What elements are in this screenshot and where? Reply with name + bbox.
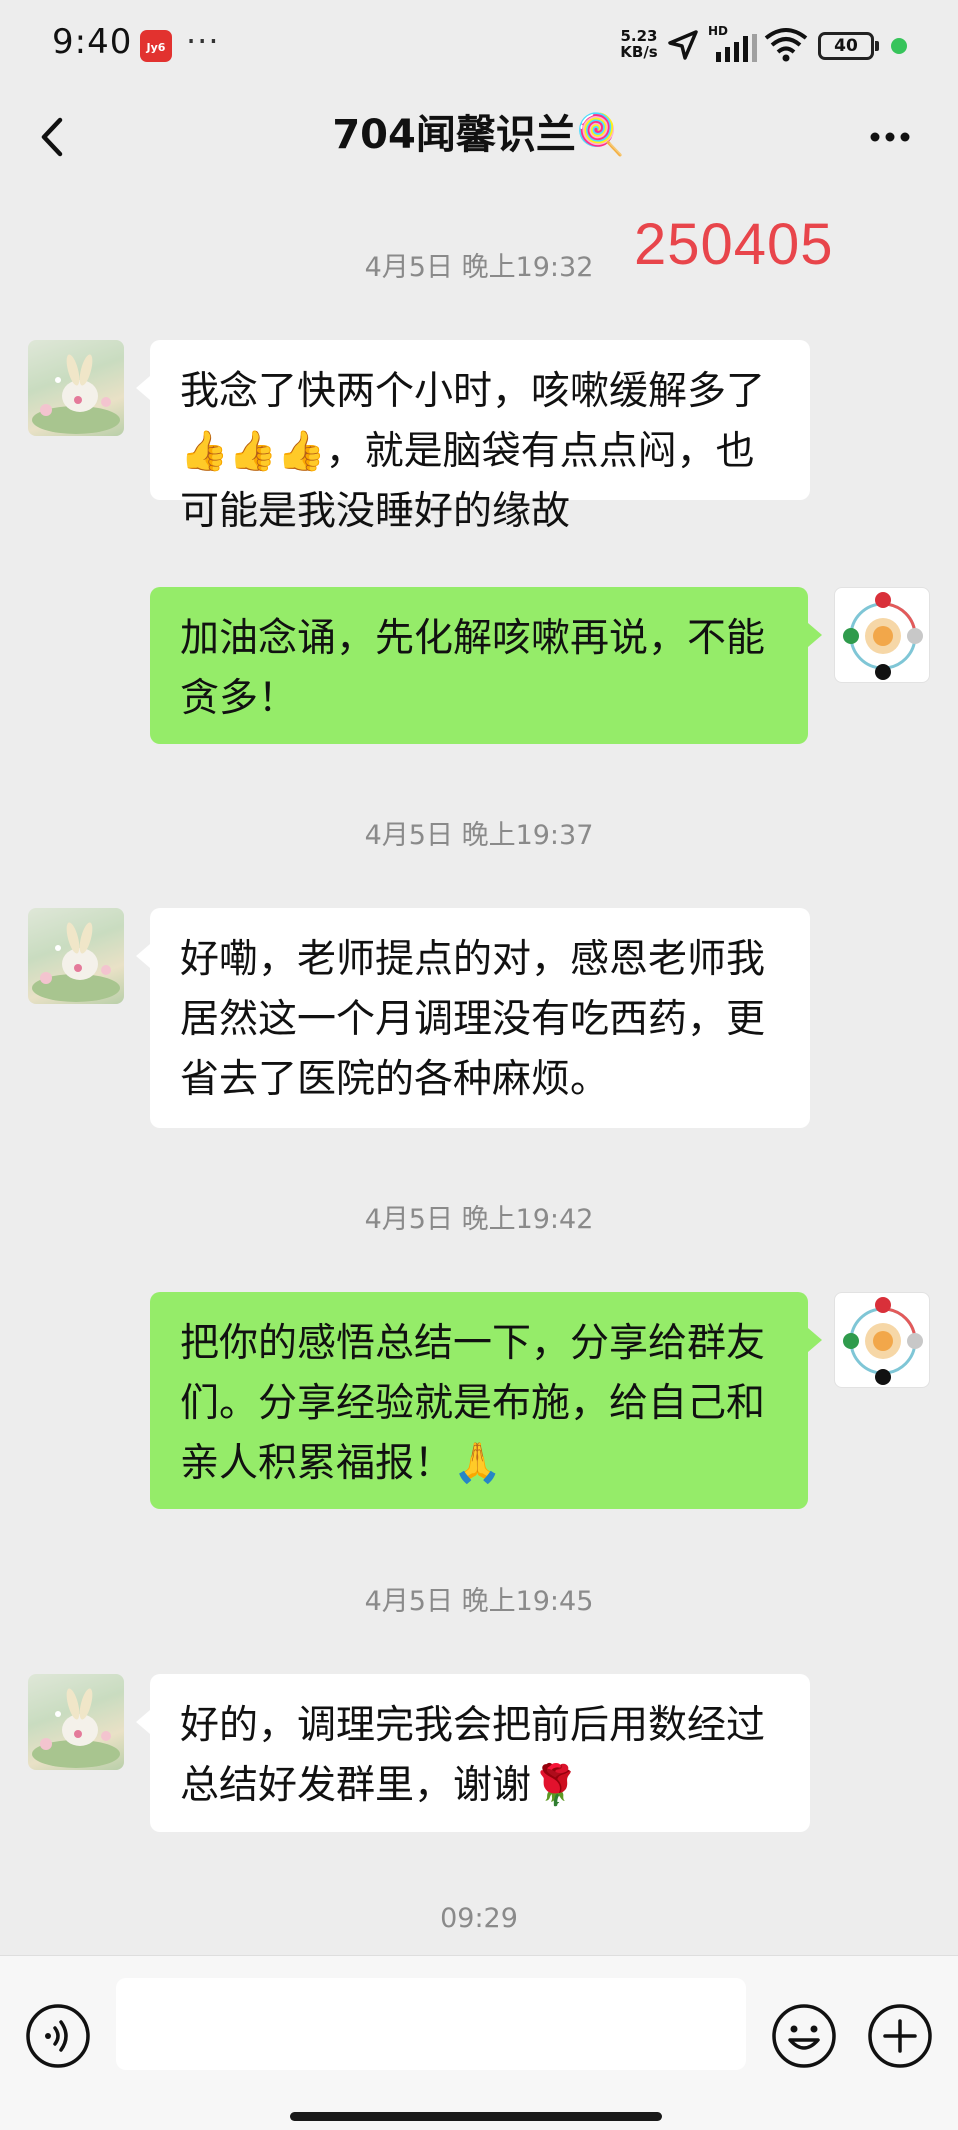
five-elements-avatar-icon: [843, 1297, 923, 1385]
message-timestamp: 09:29: [440, 1903, 518, 1934]
net-speed-unit: KB/s: [620, 43, 658, 61]
message-text: 好的，调理完我会把前后用数经过总结好发群里，谢谢🌹: [180, 1703, 766, 1808]
received-message-bubble[interactable]: 我念了快两个小时，咳嗽缓解多了👍👍👍，就是脑袋有点点闷，也可能是我没睡好的缘故: [136, 340, 810, 534]
message-text: 把你的感悟总结一下，分享给群友们。分享经验就是布施，给自己和亲人积累福报！🙏: [180, 1321, 766, 1486]
message-timestamp: 4月5日 晚上19:37: [364, 820, 594, 851]
chat-input-bar: [0, 1955, 958, 2130]
my-avatar[interactable]: [834, 1292, 930, 1388]
message-input[interactable]: [116, 1978, 746, 2070]
home-indicator[interactable]: [290, 2112, 662, 2121]
sent-message-bubble[interactable]: 加油念诵，先化解咳嗽再说，不能贪多！: [150, 587, 822, 744]
net-speed-value: 5.23: [620, 27, 658, 45]
signal-icon: HD: [708, 24, 764, 64]
voice-icon: [26, 2004, 90, 2068]
message-text: 我念了快两个小时，咳嗽缓解多了👍👍👍，就是脑袋有点点闷，也可能是我没睡好的缘故: [180, 369, 766, 534]
my-avatar[interactable]: [834, 587, 930, 683]
battery-icon: 40: [818, 32, 879, 60]
plus-icon: [868, 2004, 932, 2068]
five-elements-avatar-icon: [843, 592, 923, 680]
more-dots-icon: [870, 132, 910, 142]
status-notification-dots: ···: [186, 22, 220, 60]
more-options-button[interactable]: [860, 102, 930, 172]
chat-header: 704闻馨识兰🍭: [0, 90, 958, 185]
chat-message-list[interactable]: 250405 4月5日 晚上19:32 我念了快两个小时，咳嗽缓解多了👍👍👍，就…: [0, 185, 958, 1955]
message-timestamp: 4月5日 晚上19:42: [364, 1204, 594, 1235]
status-time: 9:40: [52, 22, 133, 62]
wifi-icon: [764, 28, 808, 62]
contact-avatar[interactable]: [28, 908, 124, 1004]
emoji-icon: [772, 2004, 836, 2068]
more-functions-button[interactable]: [866, 2002, 934, 2070]
message-text: 好嘞，老师提点的对，感恩老师我居然这一个月调理没有吃西药，更省去了医院的各种麻烦…: [180, 937, 766, 1102]
contact-avatar[interactable]: [28, 1674, 124, 1770]
active-indicator-dot: [891, 38, 907, 54]
app-badge-icon: Jy6: [140, 30, 172, 62]
message-timestamp: 4月5日 晚上19:45: [364, 1586, 594, 1617]
message-timestamp: 4月5日 晚上19:32: [364, 252, 594, 283]
location-arrow-icon: [668, 30, 698, 60]
received-message-bubble[interactable]: 好的，调理完我会把前后用数经过总结好发群里，谢谢🌹: [136, 1674, 810, 1832]
sent-message-bubble[interactable]: 把你的感悟总结一下，分享给群友们。分享经验就是布施，给自己和亲人积累福报！🙏: [150, 1292, 822, 1509]
voice-input-button[interactable]: [24, 2002, 92, 2070]
chat-title[interactable]: 704闻馨识兰🍭: [0, 100, 958, 170]
app-badge-label: Jy6: [146, 41, 166, 54]
bunny-avatar-icon: [32, 354, 120, 434]
contact-avatar[interactable]: [28, 340, 124, 436]
bunny-avatar-icon: [32, 1688, 120, 1768]
emoji-button[interactable]: [770, 2002, 838, 2070]
status-bar: 9:40 Jy6 ··· 5.23 KB/s HD 40: [0, 0, 958, 90]
bunny-avatar-icon: [32, 922, 120, 1002]
battery-level: 40: [834, 36, 858, 56]
net-speed: 5.23 KB/s: [616, 28, 662, 60]
message-text: 加油念诵，先化解咳嗽再说，不能贪多！: [180, 616, 766, 721]
received-message-bubble[interactable]: 好嘞，老师提点的对，感恩老师我居然这一个月调理没有吃西药，更省去了医院的各种麻烦…: [136, 908, 810, 1128]
